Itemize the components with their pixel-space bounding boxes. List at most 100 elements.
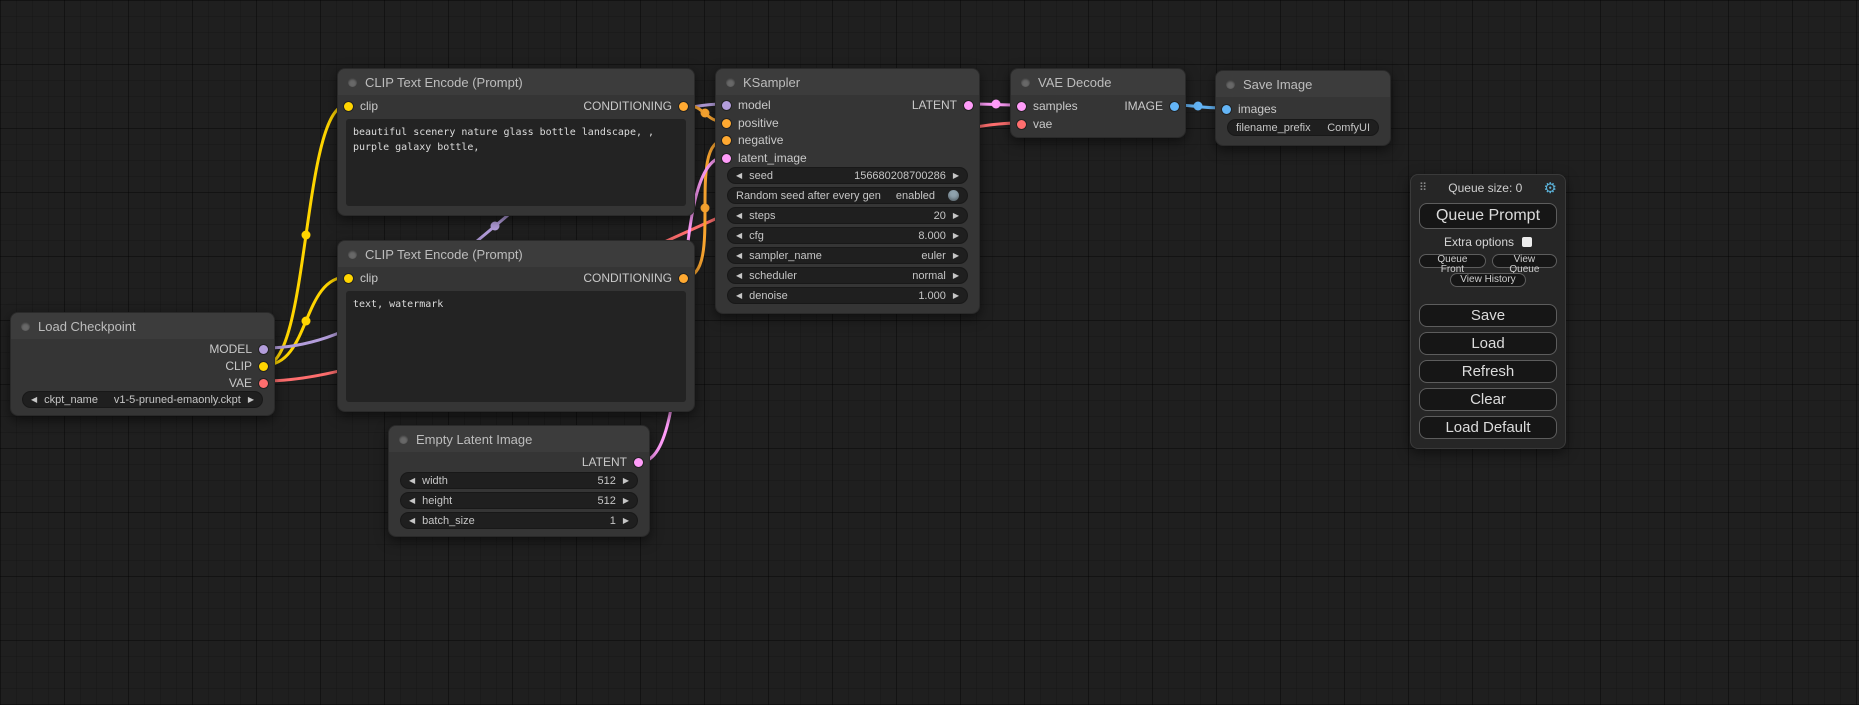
wire-midpoint-dot-negative-conditioning (701, 204, 710, 213)
seed-widget[interactable]: ◀ seed 156680208700286 ▶ (727, 167, 968, 184)
node-vae-decode[interactable]: VAE Decode samples vae IMAGE (1010, 68, 1186, 138)
collapse-dot[interactable] (348, 250, 357, 259)
decrement-icon[interactable]: ◀ (409, 517, 415, 525)
slot-dot-image[interactable] (1170, 102, 1179, 111)
increment-icon[interactable]: ▶ (623, 517, 629, 525)
increment-icon[interactable]: ▶ (953, 252, 959, 260)
collapse-dot[interactable] (1226, 80, 1235, 89)
node-title: CLIP Text Encode (Prompt) (365, 247, 523, 262)
height-widget[interactable]: ◀ height 512 ▶ (400, 492, 638, 509)
collapse-dot[interactable] (726, 78, 735, 87)
view-queue-button[interactable]: View Queue (1492, 254, 1557, 268)
refresh-button[interactable]: Refresh (1419, 360, 1557, 383)
denoise-widget[interactable]: ◀ denoise 1.000 ▶ (727, 287, 968, 304)
increment-icon[interactable]: ▶ (953, 292, 959, 300)
node-title: Load Checkpoint (38, 319, 136, 334)
node-load-checkpoint[interactable]: Load Checkpoint MODEL CLIP VAE ◀ ckpt_na… (10, 312, 275, 416)
increment-icon[interactable]: ▶ (623, 497, 629, 505)
decrement-icon[interactable]: ◀ (31, 396, 37, 404)
increment-icon[interactable]: ▶ (953, 212, 959, 220)
node-title: VAE Decode (1038, 75, 1111, 90)
clear-button[interactable]: Clear (1419, 388, 1557, 411)
queue-size-label: Queue size: 0 (1427, 181, 1543, 195)
node-ksampler[interactable]: KSampler model positive negative latent_… (715, 68, 980, 314)
widget-value: ComfyUI (1327, 122, 1370, 134)
load-button[interactable]: Load (1419, 332, 1557, 355)
node-title-bar[interactable]: CLIP Text Encode (Prompt) (338, 69, 694, 95)
prompt-text-input[interactable]: text, watermark (346, 291, 686, 402)
view-history-button[interactable]: View History (1450, 273, 1525, 287)
filename-prefix-widget[interactable]: filename_prefix ComfyUI (1227, 119, 1379, 136)
decrement-icon[interactable]: ◀ (736, 232, 742, 240)
increment-icon[interactable]: ▶ (623, 477, 629, 485)
extra-options-checkbox[interactable] (1522, 237, 1532, 247)
slot-label: clip (360, 271, 378, 285)
collapse-dot[interactable] (399, 435, 408, 444)
slot-dot-conditioning[interactable] (679, 102, 688, 111)
slot-dot-vae[interactable] (1017, 120, 1026, 129)
node-title-bar[interactable]: CLIP Text Encode (Prompt) (338, 241, 694, 267)
prompt-text-input[interactable]: beautiful scenery nature glass bottle la… (346, 119, 686, 206)
drag-handle-icon[interactable]: ⠿ (1419, 183, 1427, 194)
random-seed-widget[interactable]: Random seed after every gen enabled (727, 187, 968, 204)
node-title-bar[interactable]: VAE Decode (1011, 69, 1185, 95)
decrement-icon[interactable]: ◀ (736, 252, 742, 260)
slot-dot-latent-image[interactable] (722, 154, 731, 163)
decrement-icon[interactable]: ◀ (409, 477, 415, 485)
decrement-icon[interactable]: ◀ (736, 212, 742, 220)
decrement-icon[interactable]: ◀ (736, 172, 742, 180)
increment-icon[interactable]: ▶ (248, 396, 254, 404)
slot-dot-samples[interactable] (1017, 102, 1026, 111)
slot-dot-vae[interactable] (259, 379, 268, 388)
slot-dot-model[interactable] (259, 345, 268, 354)
output-slot-vae: VAE (229, 375, 268, 391)
node-title-bar[interactable]: Empty Latent Image (389, 426, 649, 452)
queue-front-button[interactable]: Queue Front (1419, 254, 1486, 268)
slot-dot-clip[interactable] (259, 362, 268, 371)
node-clip-text-encode-negative[interactable]: CLIP Text Encode (Prompt) clip CONDITION… (337, 240, 695, 412)
collapse-dot[interactable] (348, 78, 357, 87)
increment-icon[interactable]: ▶ (953, 272, 959, 280)
slot-dot-positive[interactable] (722, 119, 731, 128)
node-graph-canvas[interactable]: Load Checkpoint MODEL CLIP VAE ◀ ckpt_na… (0, 0, 1859, 705)
sampler-name-widget[interactable]: ◀ sampler_name euler ▶ (727, 247, 968, 264)
width-widget[interactable]: ◀ width 512 ▶ (400, 472, 638, 489)
slot-dot-negative[interactable] (722, 136, 731, 145)
slot-dot-latent[interactable] (634, 458, 643, 467)
output-slot-model: MODEL (209, 341, 268, 357)
slot-dot-latent[interactable] (964, 101, 973, 110)
widget-label: denoise (749, 290, 788, 302)
slot-dot-conditioning[interactable] (679, 274, 688, 283)
collapse-dot[interactable] (21, 322, 30, 331)
steps-widget[interactable]: ◀ steps 20 ▶ (727, 207, 968, 224)
node-empty-latent-image[interactable]: Empty Latent Image LATENT ◀ width 512 ▶ … (388, 425, 650, 537)
node-title-bar[interactable]: Save Image (1216, 71, 1390, 97)
node-title-bar[interactable]: KSampler (716, 69, 979, 95)
load-default-button[interactable]: Load Default (1419, 416, 1557, 439)
scheduler-widget[interactable]: ◀ scheduler normal ▶ (727, 267, 968, 284)
collapse-dot[interactable] (1021, 78, 1030, 87)
decrement-icon[interactable]: ◀ (736, 272, 742, 280)
node-save-image[interactable]: Save Image images filename_prefix ComfyU… (1215, 70, 1391, 146)
node-title-bar[interactable]: Load Checkpoint (11, 313, 274, 339)
input-slot-images: images (1222, 101, 1277, 117)
widget-value: 512 (597, 495, 615, 507)
slot-dot-clip[interactable] (344, 102, 353, 111)
decrement-icon[interactable]: ◀ (736, 292, 742, 300)
slot-dot-model[interactable] (722, 101, 731, 110)
settings-gear-icon[interactable]: ⚙ (1544, 181, 1557, 196)
node-clip-text-encode-positive[interactable]: CLIP Text Encode (Prompt) clip CONDITION… (337, 68, 695, 216)
decrement-icon[interactable]: ◀ (409, 497, 415, 505)
widget-value: 20 (934, 210, 946, 222)
slot-dot-images[interactable] (1222, 105, 1231, 114)
increment-icon[interactable]: ▶ (953, 232, 959, 240)
increment-icon[interactable]: ▶ (953, 172, 959, 180)
ckpt-name-widget[interactable]: ◀ ckpt_name v1-5-pruned-emaonly.ckpt ▶ (22, 391, 263, 408)
slot-dot-clip[interactable] (344, 274, 353, 283)
batch-size-widget[interactable]: ◀ batch_size 1 ▶ (400, 512, 638, 529)
random-seed-toggle[interactable] (948, 190, 959, 201)
queue-prompt-button[interactable]: Queue Prompt (1419, 203, 1557, 229)
save-button[interactable]: Save (1419, 304, 1557, 327)
input-slot-clip: clip (344, 270, 378, 286)
cfg-widget[interactable]: ◀ cfg 8.000 ▶ (727, 227, 968, 244)
